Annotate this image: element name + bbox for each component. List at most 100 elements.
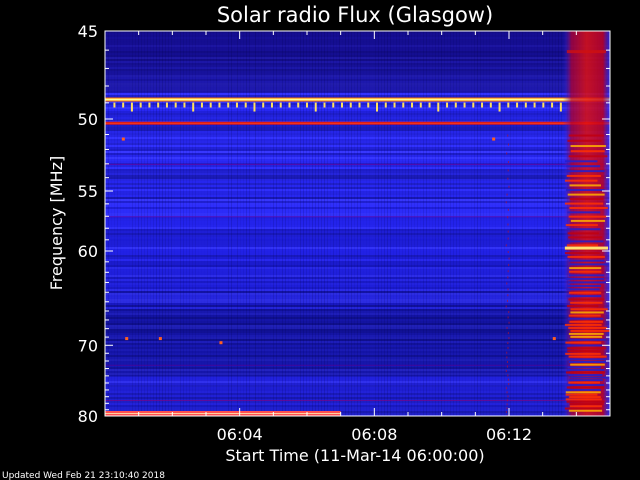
burst-streak xyxy=(566,384,605,387)
texture-column xyxy=(405,31,406,416)
burst-streak xyxy=(565,398,602,401)
trace-pixel xyxy=(508,161,510,163)
periodic-spike xyxy=(533,102,536,108)
burst-streak xyxy=(570,335,603,338)
periodic-spike xyxy=(384,102,387,108)
interference-line xyxy=(105,122,610,124)
trace-pixel xyxy=(505,370,507,373)
trace-pixel xyxy=(507,237,509,240)
texture-column xyxy=(180,31,181,416)
texture-column xyxy=(333,31,334,416)
trace-pixel xyxy=(507,332,509,335)
periodic-spike xyxy=(393,102,396,108)
texture-column xyxy=(384,31,385,416)
burst-streak xyxy=(567,139,602,142)
trace-pixel xyxy=(506,326,508,329)
texture-column xyxy=(534,31,535,416)
hot-pixel xyxy=(125,337,129,341)
texture-column xyxy=(303,31,304,416)
texture-column xyxy=(153,31,154,416)
texture-column xyxy=(555,31,556,416)
texture-column xyxy=(429,31,430,416)
hot-pixel xyxy=(552,337,556,341)
trace-pixel xyxy=(508,383,510,385)
periodic-spike xyxy=(218,102,221,108)
burst-fill xyxy=(562,31,610,416)
burst-streak xyxy=(567,193,605,196)
texture-column xyxy=(354,31,355,416)
burst-streak xyxy=(564,323,602,326)
trace-pixel xyxy=(507,342,509,345)
texture-column xyxy=(327,31,328,416)
y-tick-label: 60 xyxy=(78,242,98,261)
interference-streak xyxy=(105,364,610,366)
texture-column xyxy=(195,31,196,416)
texture-column xyxy=(426,31,427,416)
trace-pixel xyxy=(506,193,508,196)
texture-column xyxy=(243,31,244,416)
burst-streak xyxy=(568,215,607,218)
texture-column xyxy=(501,31,502,416)
texture-column xyxy=(525,31,526,416)
burst-streak xyxy=(567,347,607,350)
periodic-spike xyxy=(288,102,291,108)
burst-streak xyxy=(570,329,610,332)
periodic-spike xyxy=(139,102,142,108)
burst-streak xyxy=(567,305,599,308)
trace-pixel xyxy=(507,288,509,291)
periodic-spike xyxy=(498,102,501,112)
trace-pixel xyxy=(507,134,509,137)
burst-streak xyxy=(568,291,602,294)
texture-column xyxy=(126,31,127,416)
texture-column xyxy=(468,31,469,416)
texture-column xyxy=(258,31,259,416)
texture-column xyxy=(330,31,331,416)
burst-streak xyxy=(566,371,606,374)
texture-column xyxy=(435,31,436,416)
periodic-spike xyxy=(516,102,519,108)
texture-column xyxy=(510,31,511,416)
burst-streak xyxy=(568,314,601,317)
periodic-spike xyxy=(209,102,212,108)
trace-pixel xyxy=(507,294,509,297)
periodic-spike xyxy=(157,102,160,108)
texture-column xyxy=(270,31,271,416)
hot-pixel xyxy=(158,337,162,341)
texture-column xyxy=(402,31,403,416)
texture-column xyxy=(480,31,481,416)
low-band-line xyxy=(105,413,341,414)
texture-column xyxy=(228,31,229,416)
trace-pixel xyxy=(506,361,508,363)
burst-streak xyxy=(568,332,604,335)
texture-column xyxy=(531,31,532,416)
periodic-spike xyxy=(559,102,562,112)
texture-column xyxy=(273,31,274,416)
burst-streak xyxy=(566,165,601,168)
trace-pixel xyxy=(507,230,509,233)
texture-column xyxy=(504,31,505,416)
periodic-spike xyxy=(314,102,317,112)
trace-pixel xyxy=(507,276,509,279)
burst-streak xyxy=(569,267,602,270)
burst-streak xyxy=(566,386,605,389)
texture-column xyxy=(411,31,412,416)
texture-column xyxy=(381,31,382,416)
texture-column xyxy=(222,31,223,416)
trace-pixel xyxy=(507,270,509,273)
texture-column xyxy=(189,31,190,416)
texture-column xyxy=(375,31,376,416)
trace-pixel xyxy=(506,399,508,402)
burst-streak xyxy=(569,320,603,323)
trace-pixel xyxy=(507,143,509,146)
burst-streak xyxy=(567,368,605,371)
periodic-spike xyxy=(349,102,352,108)
periodic-spike xyxy=(183,102,186,108)
texture-column xyxy=(309,31,310,416)
texture-column xyxy=(279,31,280,416)
texture-column xyxy=(216,31,217,416)
update-timestamp: Updated Wed Feb 21 23:10:40 2018 xyxy=(2,471,165,480)
texture-column xyxy=(141,31,142,416)
texture-column xyxy=(558,31,559,416)
trace-pixel xyxy=(508,337,510,340)
periodic-spike xyxy=(472,102,475,108)
